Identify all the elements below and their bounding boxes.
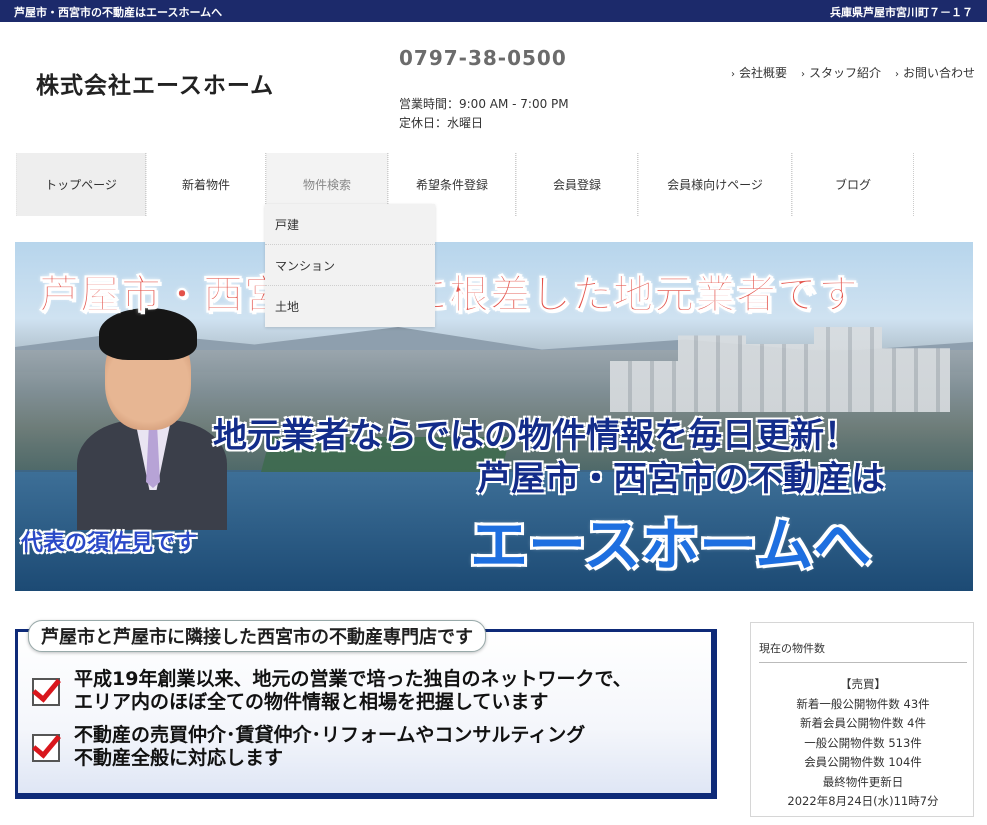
nav-item-blog[interactable]: ブログ	[792, 153, 914, 216]
listing-updated-date: 2022年8月24日(水)11時7分	[787, 794, 939, 808]
checkmark-icon	[32, 734, 60, 762]
search-dropdown: 戸建 マンション 土地	[265, 204, 435, 327]
business-hours: 営業時間：9:00 AM - 7:00 PM 定休日：水曜日	[399, 95, 569, 133]
listing-count-heading: 現在の物件数	[759, 642, 825, 655]
info-item: 不動産の売買仲介･賃貸仲介･リフォームやコンサルティング 不動産全般に対応します	[32, 724, 585, 770]
info-banner: 芦屋市と芦屋市に隣接した西宮市の不動産専門店です 平成19年創業以来、地元の営業…	[15, 620, 717, 799]
hero-subline-1: 地元業者ならではの物件情報を毎日更新！	[213, 416, 858, 456]
representative-caption: 代表の須佐見です	[21, 531, 198, 556]
header-links: › 会社概要 › スタッフ紹介 › お問い合わせ	[731, 64, 975, 81]
representative-photo	[77, 308, 227, 530]
tagline: 芦屋市・西宮市の不動産はエースホームへ	[14, 6, 223, 19]
info-item: 平成19年創業以来、地元の営業で培った独自のネットワークで、 エリア内のほぼ全て…	[32, 668, 632, 714]
dropdown-item-house[interactable]: 戸建	[265, 204, 435, 245]
hero-headline: 芦屋市・西宮市地域に根差した地元業者です	[39, 272, 859, 319]
listing-member: 会員公開物件数 104件	[804, 755, 922, 769]
background-towers	[610, 327, 950, 412]
chevron-right-icon: ›	[894, 69, 899, 80]
header-link-contact[interactable]: › お問い合わせ	[895, 64, 975, 81]
main-nav: トップページ 新着物件 物件検索 希望条件登録 会員登録 会員様向けページ ブロ…	[16, 153, 971, 216]
chevron-right-icon: ›	[800, 69, 805, 80]
nav-item-members[interactable]: 会員様向けページ	[638, 153, 792, 216]
dropdown-item-land[interactable]: 土地	[265, 286, 435, 327]
header-link-staff[interactable]: › スタッフ紹介	[801, 64, 881, 81]
top-strip: 芦屋市・西宮市の不動産はエースホームへ 兵庫県芦屋市宮川町７－１７	[0, 0, 987, 22]
listing-updated-label: 最終物件更新日	[822, 774, 904, 789]
chevron-right-icon: ›	[730, 69, 735, 80]
listing-new-member: 新着会員公開物件数 4件	[800, 716, 926, 730]
checkmark-icon	[32, 678, 60, 706]
nav-item-new[interactable]: 新着物件	[146, 153, 266, 216]
dropdown-item-mansion[interactable]: マンション	[265, 245, 435, 286]
phone-number[interactable]: 0797-38-0500	[399, 46, 567, 70]
address: 兵庫県芦屋市宮川町７－１７	[830, 6, 973, 19]
nav-item-register[interactable]: 会員登録	[516, 153, 638, 216]
listing-public: 一般公開物件数 513件	[804, 735, 922, 750]
listing-category: 【売買】	[840, 677, 886, 691]
company-logo[interactable]: 株式会社エースホーム	[36, 66, 274, 100]
header-link-company[interactable]: › 会社概要	[731, 64, 787, 81]
listing-count-box: 現在の物件数 【売買】 新着一般公開物件数 43件 新着会員公開物件数 4件 一…	[750, 622, 974, 817]
nav-item-top[interactable]: トップページ	[16, 153, 146, 216]
listing-new-public: 新着一般公開物件数 43件	[796, 696, 930, 711]
hero-subline-2: 芦屋市・西宮市の不動産は	[477, 459, 885, 499]
hero-banner: 芦屋市・西宮市地域に根差した地元業者です 地元業者ならではの物件情報を毎日更新！…	[15, 242, 973, 591]
divider	[759, 662, 967, 663]
hours-text: 営業時間：9:00 AM - 7:00 PM	[399, 97, 569, 111]
closed-day-text: 定休日：水曜日	[399, 116, 484, 130]
info-title: 芦屋市と芦屋市に隣接した西宮市の不動産専門店です	[28, 620, 486, 652]
hero-brand: エースホームへ	[470, 511, 872, 579]
